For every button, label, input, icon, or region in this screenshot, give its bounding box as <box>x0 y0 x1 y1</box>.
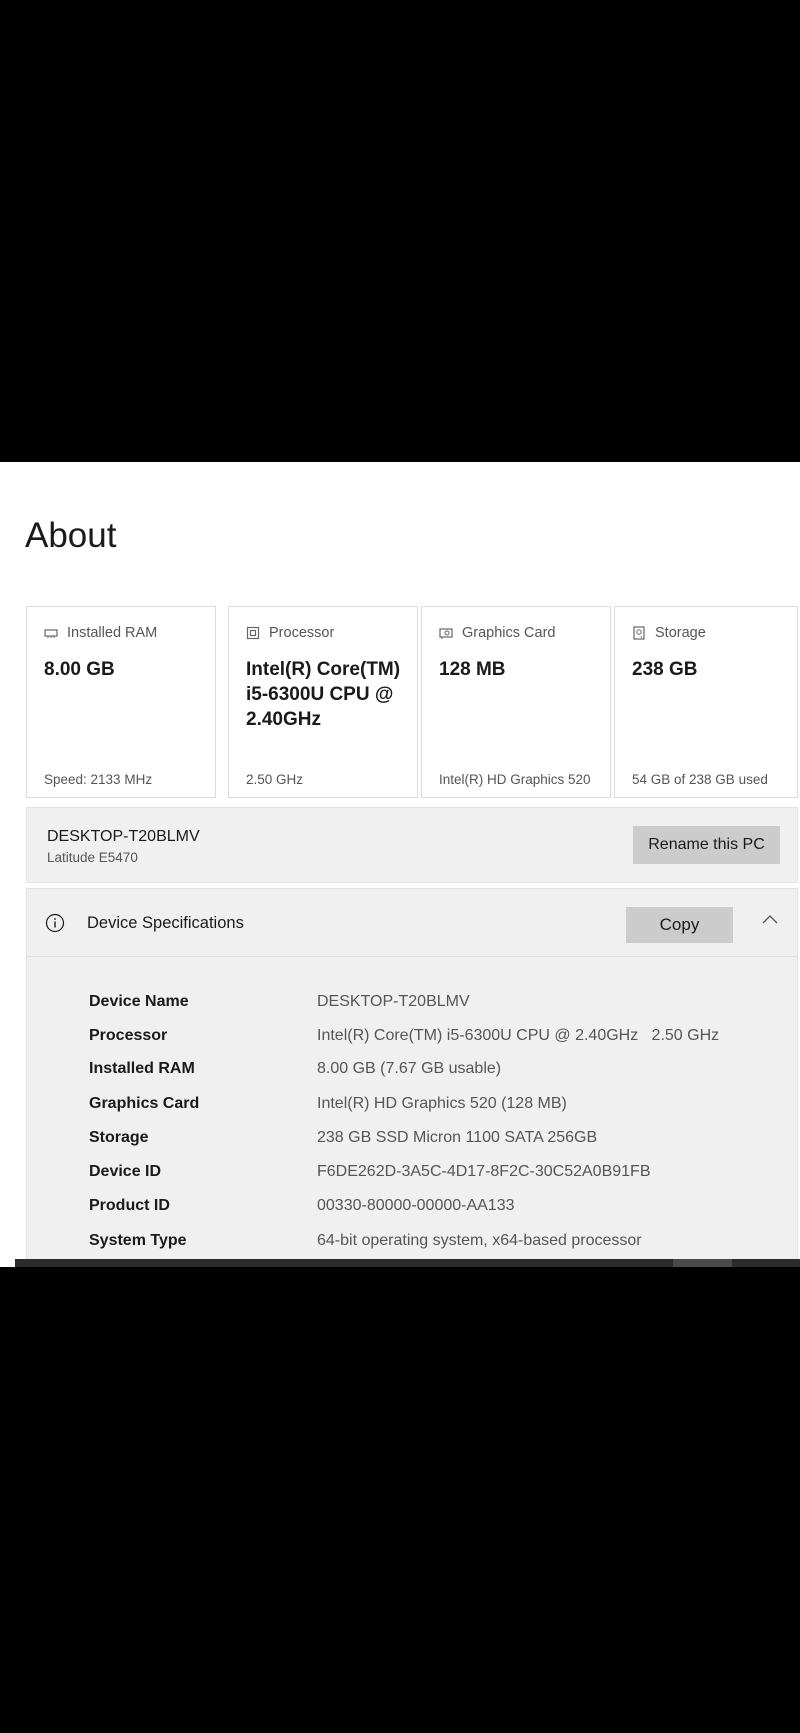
copy-button[interactable]: Copy <box>626 907 733 943</box>
scrollbar-thumb[interactable] <box>673 1259 732 1267</box>
pc-model: Latitude E5470 <box>47 850 138 865</box>
page-title: About <box>25 516 117 555</box>
spec-value: 8.00 GB (7.67 GB usable) <box>317 1060 502 1077</box>
card-graphics-card: Graphics Card 128 MB Intel(R) HD Graphic… <box>421 606 611 798</box>
card-value: 8.00 GB <box>44 659 115 680</box>
card-storage: Storage 238 GB 54 GB of 238 GB used <box>614 606 798 798</box>
card-subtext: Speed: 2133 MHz <box>44 772 153 787</box>
scrollbar-edge <box>0 1259 15 1267</box>
card-value: 128 MB <box>439 659 506 680</box>
card-value: Intel(R) Core(TM) i5-6300U CPU @ 2.40GHz <box>246 659 401 730</box>
settings-window: About Installed RAM 8.00 GB Speed: 2133 … <box>0 462 800 1267</box>
spec-value: F6DE262D-3A5C-4D17-8F2C-30C52A0B91FB <box>317 1163 651 1180</box>
spec-value: Intel(R) HD Graphics 520 (128 MB) <box>317 1095 567 1112</box>
spec-key: Device ID <box>89 1163 162 1180</box>
card-subtext: Intel(R) HD Graphics 520 <box>439 772 591 787</box>
card-processor: Processor Intel(R) Core(TM) i5-6300U CPU… <box>228 606 418 798</box>
spec-value: 00330-80000-00000-AA133 <box>317 1197 515 1214</box>
card-label: Installed RAM <box>67 625 158 641</box>
processor-icon <box>246 626 260 640</box>
spec-key: Installed RAM <box>89 1060 195 1077</box>
spec-value: DESKTOP-T20BLMV <box>317 993 470 1010</box>
info-icon <box>45 913 65 933</box>
device-specifications-panel: Device Specifications Copy Device Name D… <box>26 888 798 1267</box>
spec-key: Graphics Card <box>89 1095 200 1112</box>
storage-icon <box>633 626 645 640</box>
spec-key: Storage <box>89 1129 149 1146</box>
card-label: Graphics Card <box>462 625 556 641</box>
spec-key: System Type <box>89 1232 187 1249</box>
pc-name-bar: DESKTOP-T20BLMV Latitude E5470 Rename th… <box>26 807 798 883</box>
spec-value: Intel(R) Core(TM) i5-6300U CPU @ 2.40GHz… <box>317 1027 720 1044</box>
card-subtext: 54 GB of 238 GB used <box>632 772 768 787</box>
card-label: Processor <box>269 625 335 641</box>
spec-key: Product ID <box>89 1197 170 1214</box>
spec-key: Processor <box>89 1027 168 1044</box>
rename-pc-button[interactable]: Rename this PC <box>633 826 780 864</box>
device-specifications-title: Device Specifications <box>87 914 244 932</box>
card-value: 238 GB <box>632 659 698 680</box>
device-specifications-header[interactable]: Device Specifications Copy <box>27 889 797 957</box>
graphics-card-icon <box>439 628 453 639</box>
spec-key: Device Name <box>89 993 189 1010</box>
ram-icon <box>44 629 58 638</box>
card-subtext: 2.50 GHz <box>246 772 304 787</box>
card-label: Storage <box>655 625 706 641</box>
spec-value: 238 GB SSD Micron 1100 SATA 256GB <box>317 1129 598 1146</box>
card-installed-ram: Installed RAM 8.00 GB Speed: 2133 MHz <box>26 606 216 798</box>
chevron-up-icon[interactable] <box>761 913 779 925</box>
spec-value: 64-bit operating system, x64-based proce… <box>317 1232 642 1249</box>
pc-name: DESKTOP-T20BLMV <box>47 828 200 845</box>
